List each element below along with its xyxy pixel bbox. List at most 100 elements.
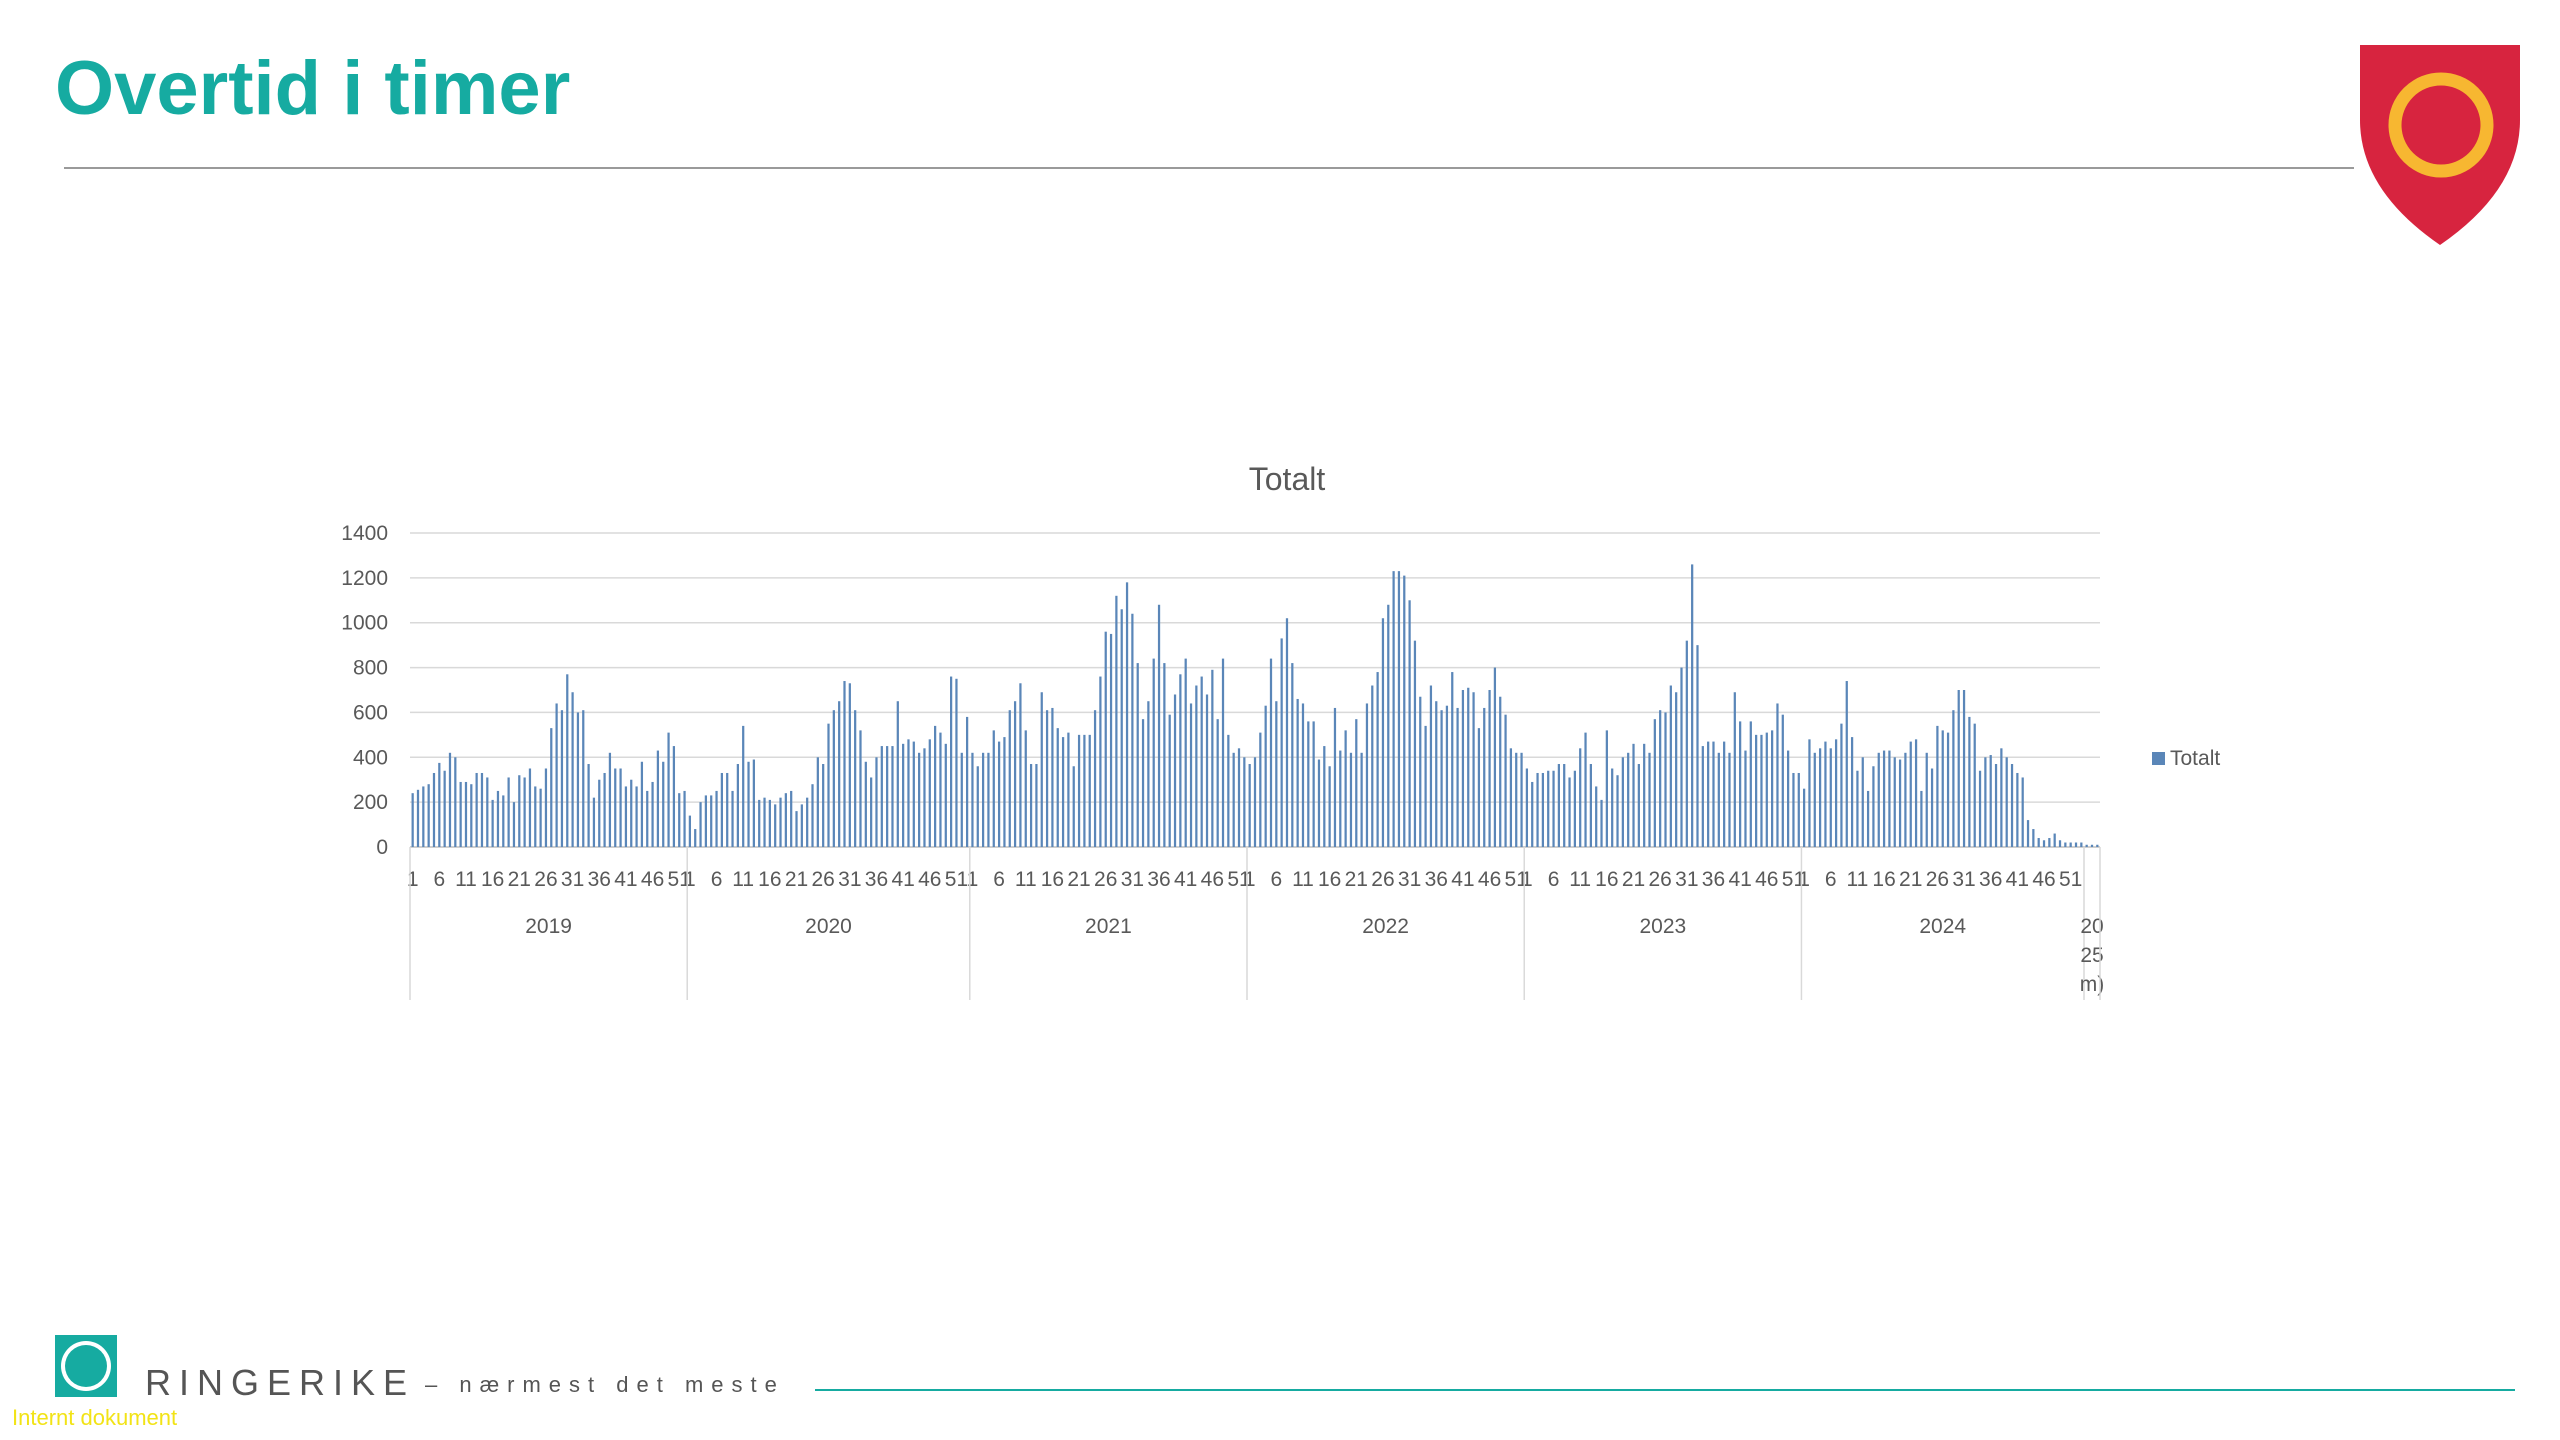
- year-label: 2021: [1085, 915, 1132, 938]
- x-tick-label: 46: [1201, 868, 1224, 891]
- bar: [427, 784, 430, 847]
- x-tick-label: 41: [1451, 868, 1474, 891]
- bar: [683, 790, 686, 847]
- bar: [1541, 772, 1545, 847]
- x-tick-label: 1: [407, 868, 419, 891]
- bar: [1771, 730, 1774, 847]
- bar: [1051, 707, 1054, 847]
- bar: [1557, 764, 1560, 847]
- year-label: 2020: [805, 915, 852, 938]
- bar: [614, 768, 617, 847]
- bar: [726, 772, 729, 847]
- bar: [2058, 840, 2062, 847]
- bar: [1253, 757, 1257, 847]
- x-tick-label: 26: [1371, 868, 1394, 891]
- y-tick-label: 1400: [341, 522, 388, 545]
- bar: [1893, 757, 1896, 847]
- bar: [1824, 741, 1827, 847]
- bar: [1312, 721, 1315, 847]
- bar: [864, 761, 867, 847]
- bar: [1637, 764, 1640, 847]
- bar: [1829, 748, 1832, 847]
- x-tick-label: 21: [785, 868, 808, 891]
- bar: [880, 746, 883, 847]
- bar: [843, 681, 846, 847]
- bar: [694, 829, 697, 847]
- brand-name: RINGERIKE: [145, 1362, 416, 1403]
- bar: [651, 781, 654, 847]
- bar: [1467, 687, 1470, 847]
- bar: [1333, 707, 1337, 847]
- bar: [886, 746, 889, 847]
- bar: [1296, 698, 1299, 847]
- bar: [784, 793, 787, 847]
- bar: [1008, 710, 1011, 847]
- x-tick-label: 11: [455, 868, 477, 891]
- x-tick-label: 11: [1569, 868, 1591, 891]
- year-label: 2022: [1362, 915, 1409, 938]
- bar: [1568, 777, 1571, 847]
- x-tick-label: 6: [433, 868, 445, 891]
- bar: [486, 777, 489, 847]
- bar: [1739, 721, 1742, 847]
- bar: [1584, 732, 1587, 847]
- bar: [1451, 672, 1454, 847]
- bar: [1360, 752, 1363, 847]
- bar: [758, 799, 761, 847]
- bar: [1125, 582, 1129, 847]
- bar: [1515, 752, 1518, 847]
- bar: [1621, 757, 1624, 847]
- bar: [422, 786, 425, 847]
- legend-label: Totalt: [2170, 747, 2220, 770]
- bar: [2064, 842, 2067, 847]
- x-tick-label: 36: [588, 868, 611, 891]
- bar: [870, 777, 873, 847]
- bar: [859, 730, 862, 847]
- bar: [1707, 741, 1710, 847]
- bar: [1237, 748, 1241, 847]
- bar: [1419, 696, 1422, 847]
- x-tick-label: 36: [1979, 868, 2002, 891]
- bar: [1520, 752, 1523, 847]
- x-tick-label: 11: [732, 868, 754, 891]
- bar: [747, 761, 750, 847]
- bar: [1120, 609, 1123, 847]
- bar: [1611, 768, 1614, 847]
- bar: [1216, 719, 1219, 847]
- bar: [1946, 732, 1950, 847]
- bar: [1808, 739, 1811, 847]
- bar: [464, 781, 468, 847]
- bar: [1115, 595, 1118, 847]
- y-tick-label: 0: [376, 836, 388, 859]
- x-tick-label: 1: [1521, 868, 1533, 891]
- x-tick-label: 6: [1270, 868, 1282, 891]
- bar: [571, 692, 574, 847]
- bar: [1595, 786, 1598, 847]
- bar: [1973, 723, 1976, 847]
- bar: [912, 741, 915, 847]
- bar: [576, 712, 580, 847]
- bar: [1733, 692, 1736, 847]
- bar: [1285, 618, 1289, 847]
- bar: [1696, 645, 1699, 847]
- bar: [1525, 768, 1529, 847]
- bar: [1675, 692, 1678, 847]
- bar: [934, 725, 937, 847]
- bar: [1749, 721, 1752, 847]
- bar: [1280, 638, 1283, 847]
- bar: [1536, 772, 1539, 847]
- x-tick-label: 31: [1952, 868, 1975, 891]
- bar: [1493, 667, 1497, 847]
- bar: [1477, 728, 1481, 847]
- bar: [1504, 714, 1507, 847]
- x-tick-label: 6: [711, 868, 723, 891]
- bar: [688, 815, 692, 847]
- bar: [1205, 694, 1209, 847]
- bar: [454, 757, 457, 847]
- bar: [1914, 739, 1918, 847]
- x-tick-label: 41: [1174, 868, 1197, 891]
- bar: [960, 752, 963, 847]
- bar: [891, 746, 894, 847]
- bar: [1723, 741, 1726, 847]
- x-tick-label: 11: [1015, 868, 1037, 891]
